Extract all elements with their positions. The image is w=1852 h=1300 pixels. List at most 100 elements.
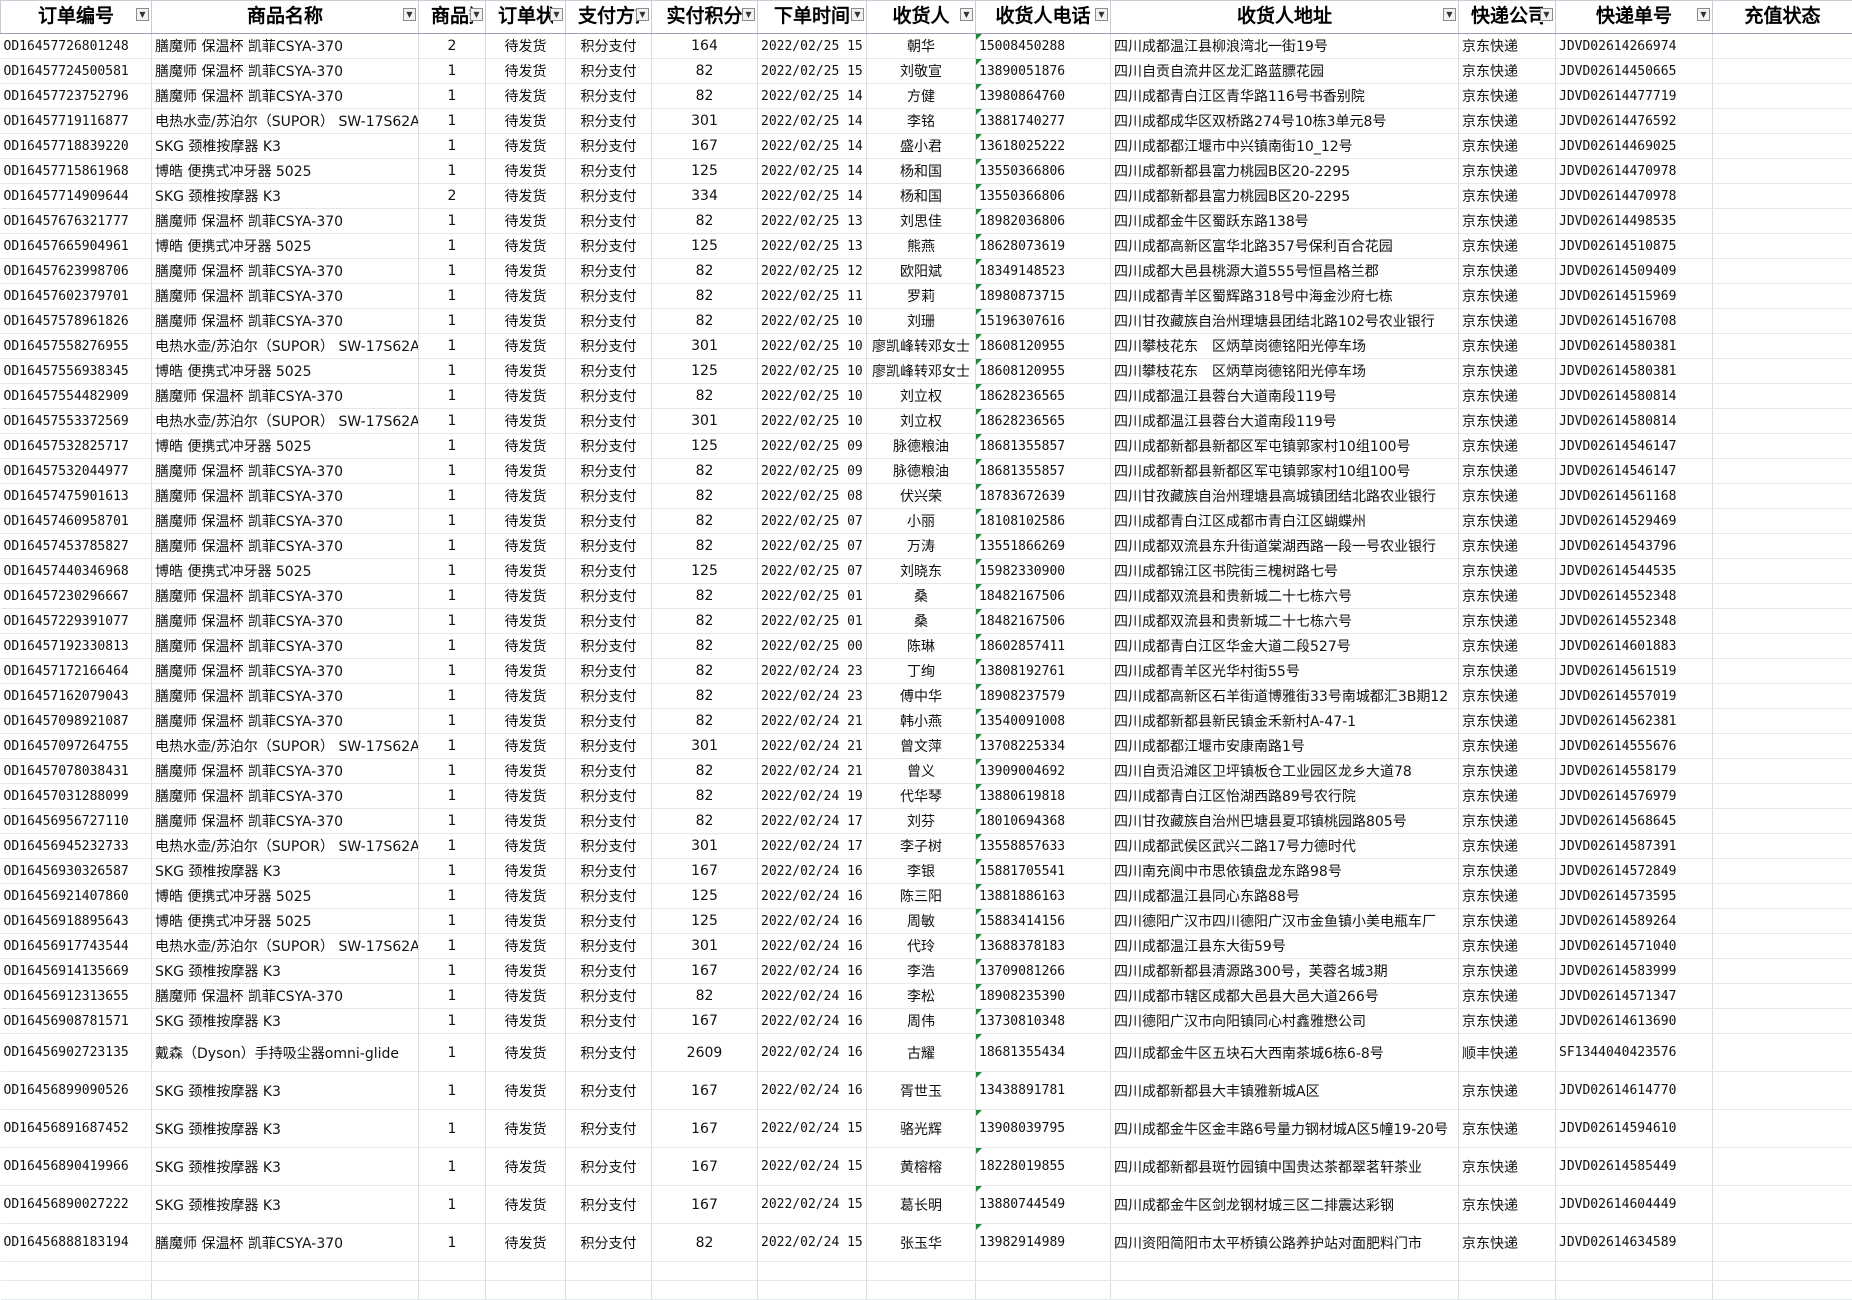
recipient-cell[interactable]: 万涛 bbox=[867, 534, 976, 559]
recipient-address-cell[interactable]: 四川成都金牛区剑龙钢材城三区二排震达彩钢 bbox=[1111, 1186, 1459, 1224]
recharge-status-cell[interactable] bbox=[1713, 859, 1852, 884]
recipient-address-cell[interactable]: 四川成都市辖区成都大邑县大邑大道266号 bbox=[1111, 984, 1459, 1009]
order-time-cell[interactable]: 2022/02/24 16 bbox=[758, 884, 867, 909]
recharge-status-cell[interactable] bbox=[1713, 284, 1852, 309]
order-time-cell[interactable]: 2022/02/24 16 bbox=[758, 984, 867, 1009]
recharge-status-cell[interactable] bbox=[1713, 734, 1852, 759]
recharge-status-cell[interactable] bbox=[1713, 34, 1852, 59]
recipient-address-cell[interactable]: 四川成都高新区石羊街道博雅街33号南城都汇3B期12 bbox=[1111, 684, 1459, 709]
paid-points-cell[interactable]: 167 bbox=[652, 1186, 758, 1224]
filter-dropdown-icon[interactable]: ▼ bbox=[470, 8, 483, 21]
quantity-cell[interactable]: 1 bbox=[419, 684, 486, 709]
product-name-cell[interactable]: SKG 颈椎按摩器 K3 bbox=[152, 1110, 419, 1148]
paid-points-cell[interactable] bbox=[652, 1281, 758, 1300]
recipient-address-cell[interactable]: 四川成都新都县新民镇金禾新村A-47-1 bbox=[1111, 709, 1459, 734]
payment-method-cell[interactable]: 积分支付 bbox=[566, 934, 652, 959]
order-time-cell[interactable]: 2022/02/25 09 bbox=[758, 434, 867, 459]
recipient-cell[interactable]: 葛长明 bbox=[867, 1186, 976, 1224]
product-name-cell[interactable]: 博皓 便携式冲牙器 5025 bbox=[152, 234, 419, 259]
recipient-cell[interactable]: 骆光辉 bbox=[867, 1110, 976, 1148]
recipient-phone-cell[interactable]: 13982914989 bbox=[976, 1224, 1111, 1262]
recharge-status-cell[interactable] bbox=[1713, 1281, 1852, 1300]
quantity-cell[interactable]: 1 bbox=[419, 659, 486, 684]
order-status-cell[interactable]: 待发货 bbox=[486, 109, 566, 134]
tracking-number-cell[interactable]: JDVD02614601883 bbox=[1556, 634, 1713, 659]
order-status-cell[interactable]: 待发货 bbox=[486, 884, 566, 909]
paid-points-cell[interactable]: 125 bbox=[652, 434, 758, 459]
product-name-cell[interactable]: SKG 颈椎按摩器 K3 bbox=[152, 184, 419, 209]
product-name-cell[interactable] bbox=[152, 1281, 419, 1300]
order-status-cell[interactable]: 待发货 bbox=[486, 234, 566, 259]
tracking-number-cell[interactable]: JDVD02614558179 bbox=[1556, 759, 1713, 784]
payment-method-cell[interactable]: 积分支付 bbox=[566, 859, 652, 884]
product-name-cell[interactable]: 膳魔师 保温杯 凯菲CSYA-370 bbox=[152, 509, 419, 534]
payment-method-cell[interactable]: 积分支付 bbox=[566, 634, 652, 659]
tracking-number-cell[interactable]: JDVD02614470978 bbox=[1556, 184, 1713, 209]
quantity-cell[interactable]: 1 bbox=[419, 334, 486, 359]
recipient-cell[interactable]: 曾义 bbox=[867, 759, 976, 784]
courier-cell[interactable]: 顺丰快递 bbox=[1459, 1034, 1556, 1072]
payment-method-cell[interactable]: 积分支付 bbox=[566, 1034, 652, 1072]
recipient-address-cell[interactable]: 四川成都新都县新都区军屯镇郭家村10组100号 bbox=[1111, 434, 1459, 459]
filter-dropdown-icon[interactable]: ▼ bbox=[636, 8, 649, 21]
recharge-status-cell[interactable] bbox=[1713, 884, 1852, 909]
order-status-cell[interactable]: 待发货 bbox=[486, 709, 566, 734]
filter-dropdown-icon[interactable]: ▼ bbox=[960, 8, 973, 21]
courier-cell[interactable]: 京东快递 bbox=[1459, 584, 1556, 609]
paid-points-cell[interactable]: 82 bbox=[652, 784, 758, 809]
order-time-cell[interactable]: 2022/02/24 15 bbox=[758, 1186, 867, 1224]
recipient-phone-cell[interactable]: 15982330900 bbox=[976, 559, 1111, 584]
recharge-status-cell[interactable] bbox=[1713, 684, 1852, 709]
recipient-phone-cell[interactable]: 13540091008 bbox=[976, 709, 1111, 734]
tracking-number-cell[interactable]: JDVD02614469025 bbox=[1556, 134, 1713, 159]
recipient-cell[interactable]: 胥世玉 bbox=[867, 1072, 976, 1110]
product-name-cell[interactable]: SKG 颈椎按摩器 K3 bbox=[152, 134, 419, 159]
col-header-recipient-address[interactable]: 收货人地址▼ bbox=[1111, 1, 1459, 34]
col-header-recipient[interactable]: 收货人▼ bbox=[867, 1, 976, 34]
order-time-cell[interactable]: 2022/02/24 16 bbox=[758, 1009, 867, 1034]
recipient-phone-cell[interactable]: 18783672639 bbox=[976, 484, 1111, 509]
paid-points-cell[interactable]: 164 bbox=[652, 34, 758, 59]
order-status-cell[interactable]: 待发货 bbox=[486, 184, 566, 209]
recipient-cell[interactable]: 刘立权 bbox=[867, 384, 976, 409]
recharge-status-cell[interactable] bbox=[1713, 809, 1852, 834]
order-id-cell[interactable]: OD16457532825717 bbox=[1, 434, 152, 459]
filter-dropdown-icon[interactable]: ▼ bbox=[1540, 8, 1553, 21]
recipient-cell[interactable]: 廖凯峰转邓女士 bbox=[867, 334, 976, 359]
order-id-cell[interactable]: OD16457172166464 bbox=[1, 659, 152, 684]
paid-points-cell[interactable]: 301 bbox=[652, 934, 758, 959]
paid-points-cell[interactable]: 82 bbox=[652, 709, 758, 734]
recharge-status-cell[interactable] bbox=[1713, 59, 1852, 84]
recipient-address-cell[interactable]: 四川成都新都县富力桃园B区20-2295 bbox=[1111, 159, 1459, 184]
payment-method-cell[interactable]: 积分支付 bbox=[566, 159, 652, 184]
recipient-cell[interactable]: 李子树 bbox=[867, 834, 976, 859]
recharge-status-cell[interactable] bbox=[1713, 459, 1852, 484]
courier-cell[interactable]: 京东快递 bbox=[1459, 684, 1556, 709]
recipient-phone-cell[interactable]: 13881740277 bbox=[976, 109, 1111, 134]
recharge-status-cell[interactable] bbox=[1713, 109, 1852, 134]
recipient-address-cell[interactable]: 四川成都青白江区成都市青白江区蝴蝶州 bbox=[1111, 509, 1459, 534]
paid-points-cell[interactable]: 82 bbox=[652, 309, 758, 334]
payment-method-cell[interactable]: 积分支付 bbox=[566, 134, 652, 159]
courier-cell[interactable]: 京东快递 bbox=[1459, 409, 1556, 434]
order-time-cell[interactable]: 2022/02/25 10 bbox=[758, 359, 867, 384]
recipient-address-cell[interactable]: 四川成都都江堰市安康南路1号 bbox=[1111, 734, 1459, 759]
recipient-phone-cell[interactable]: 18010694368 bbox=[976, 809, 1111, 834]
order-status-cell[interactable]: 待发货 bbox=[486, 809, 566, 834]
product-name-cell[interactable]: 膳魔师 保温杯 凯菲CSYA-370 bbox=[152, 534, 419, 559]
recipient-phone-cell[interactable]: 13909004692 bbox=[976, 759, 1111, 784]
tracking-number-cell[interactable]: JDVD02614543796 bbox=[1556, 534, 1713, 559]
recipient-address-cell[interactable]: 四川甘孜藏族自治州理塘县高城镇团结北路农业银行 bbox=[1111, 484, 1459, 509]
tracking-number-cell[interactable]: JDVD02614561519 bbox=[1556, 659, 1713, 684]
quantity-cell[interactable]: 1 bbox=[419, 759, 486, 784]
order-time-cell[interactable]: 2022/02/25 10 bbox=[758, 309, 867, 334]
paid-points-cell[interactable]: 125 bbox=[652, 559, 758, 584]
order-time-cell[interactable]: 2022/02/25 10 bbox=[758, 334, 867, 359]
col-header-product-name[interactable]: 商品名称▼ bbox=[152, 1, 419, 34]
order-status-cell[interactable]: 待发货 bbox=[486, 1034, 566, 1072]
recipient-cell[interactable]: 熊燕 bbox=[867, 234, 976, 259]
order-status-cell[interactable]: 待发货 bbox=[486, 1072, 566, 1110]
recharge-status-cell[interactable] bbox=[1713, 934, 1852, 959]
quantity-cell[interactable]: 1 bbox=[419, 634, 486, 659]
order-status-cell[interactable]: 待发货 bbox=[486, 934, 566, 959]
